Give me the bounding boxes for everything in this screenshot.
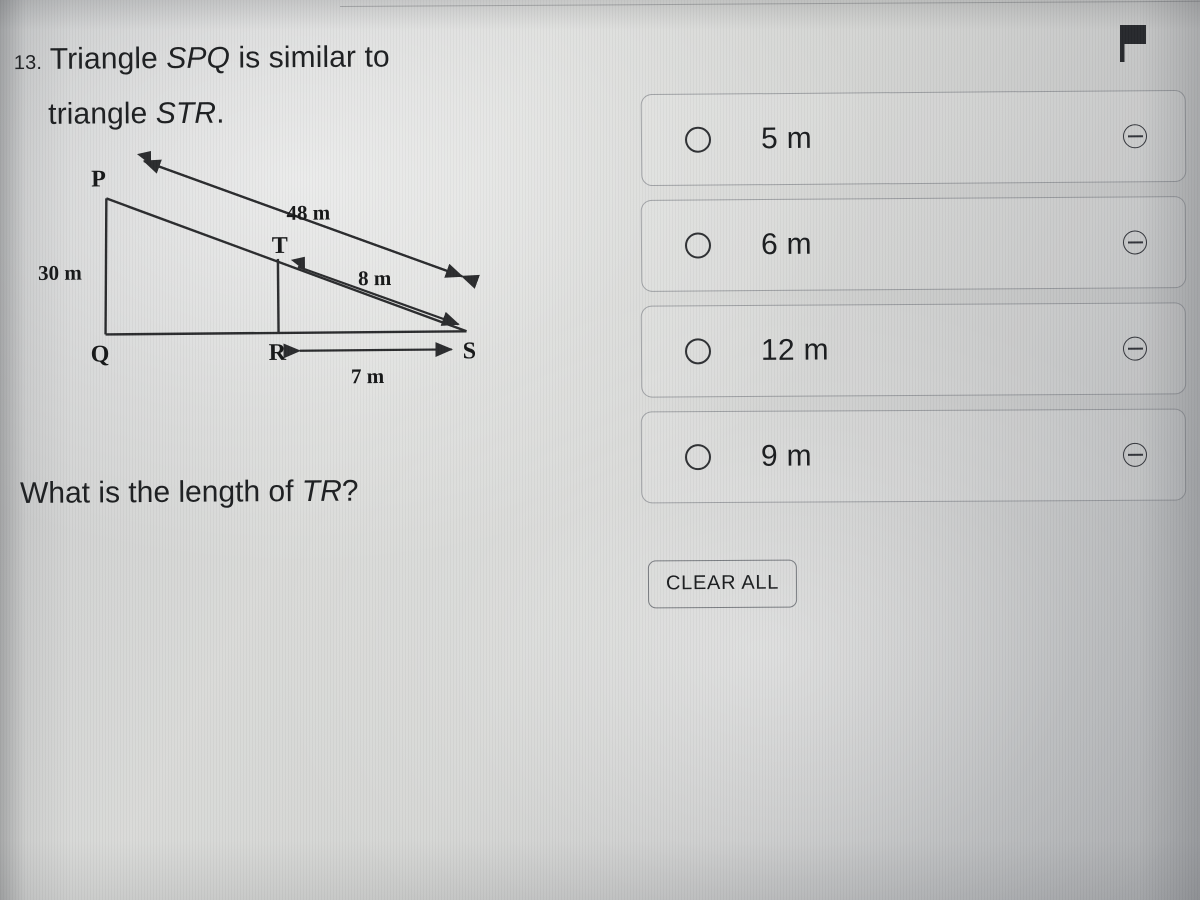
option-label-4: 9 m <box>760 439 813 473</box>
measure-label-pq: 30 m <box>38 261 82 285</box>
question-text-prefix: Triangle <box>49 42 167 76</box>
radio-button-option-4[interactable] <box>684 444 712 471</box>
option-label-1: 5 m <box>760 121 813 156</box>
final-prefix: What is the length of <box>19 474 302 510</box>
answer-options-list: 5 m 6 m 12 m 9 m <box>640 89 1187 516</box>
eliminate-icon-option-4[interactable] <box>1122 442 1148 467</box>
dimension-ps-arrow-left <box>136 151 152 166</box>
option-card-2[interactable]: 6 m <box>640 196 1187 292</box>
vertex-label-t: T <box>272 233 288 259</box>
option-card-3[interactable]: 12 m <box>640 302 1187 398</box>
quiz-screen: 13. Triangle SPQ is similar to triangle … <box>0 0 1200 900</box>
top-divider <box>339 0 1200 7</box>
vertex-label-r: R <box>269 340 287 366</box>
vertex-label-p: P <box>91 166 106 192</box>
question-text-suffix: is similar to <box>229 40 390 75</box>
eliminate-icon-option-1[interactable] <box>1122 124 1148 149</box>
triangle-diagram: P Q R S T 30 m 48 m 8 m 7 m <box>9 136 531 406</box>
segment-pq <box>104 198 108 335</box>
radio-button-option-2[interactable] <box>684 232 712 259</box>
radio-button-option-3[interactable] <box>684 338 712 365</box>
measure-label-rs: 7 m <box>351 364 385 388</box>
segment-tr <box>276 258 280 333</box>
final-suffix: ? <box>341 474 359 508</box>
question-number: 13. <box>13 51 43 75</box>
final-segment-tr: TR <box>301 474 342 508</box>
question-line2-prefix: triangle <box>48 97 156 131</box>
vertex-label-q: Q <box>91 341 110 367</box>
radio-button-option-1[interactable] <box>684 126 712 153</box>
option-label-2: 6 m <box>760 227 813 262</box>
eliminate-icon-option-2[interactable] <box>1122 230 1148 255</box>
eliminate-icon-option-3[interactable] <box>1122 336 1148 361</box>
question-triangle-str: STR <box>155 96 217 131</box>
question-line2-suffix: . <box>216 96 225 130</box>
question-triangle-spq: SPQ <box>166 41 231 76</box>
measure-label-ps: 48 m <box>286 200 330 224</box>
dimension-rs <box>283 342 454 359</box>
option-card-4[interactable]: 9 m <box>640 408 1187 504</box>
question-prompt: 13. Triangle SPQ is similar to triangle … <box>14 30 615 141</box>
clear-all-button[interactable]: CLEAR ALL <box>647 559 798 609</box>
measure-label-ts: 8 m <box>358 266 392 290</box>
flag-icon[interactable] <box>1116 22 1150 64</box>
vertex-label-s: S <box>463 338 477 364</box>
option-card-1[interactable]: 5 m <box>640 89 1187 187</box>
segment-qs <box>105 330 467 336</box>
question-line-1: 13. Triangle SPQ is similar to <box>14 30 614 89</box>
option-label-3: 12 m <box>760 333 830 367</box>
question-line-2: triangle STR. <box>14 85 614 141</box>
question-final-line: What is the length of TR? <box>20 470 580 514</box>
